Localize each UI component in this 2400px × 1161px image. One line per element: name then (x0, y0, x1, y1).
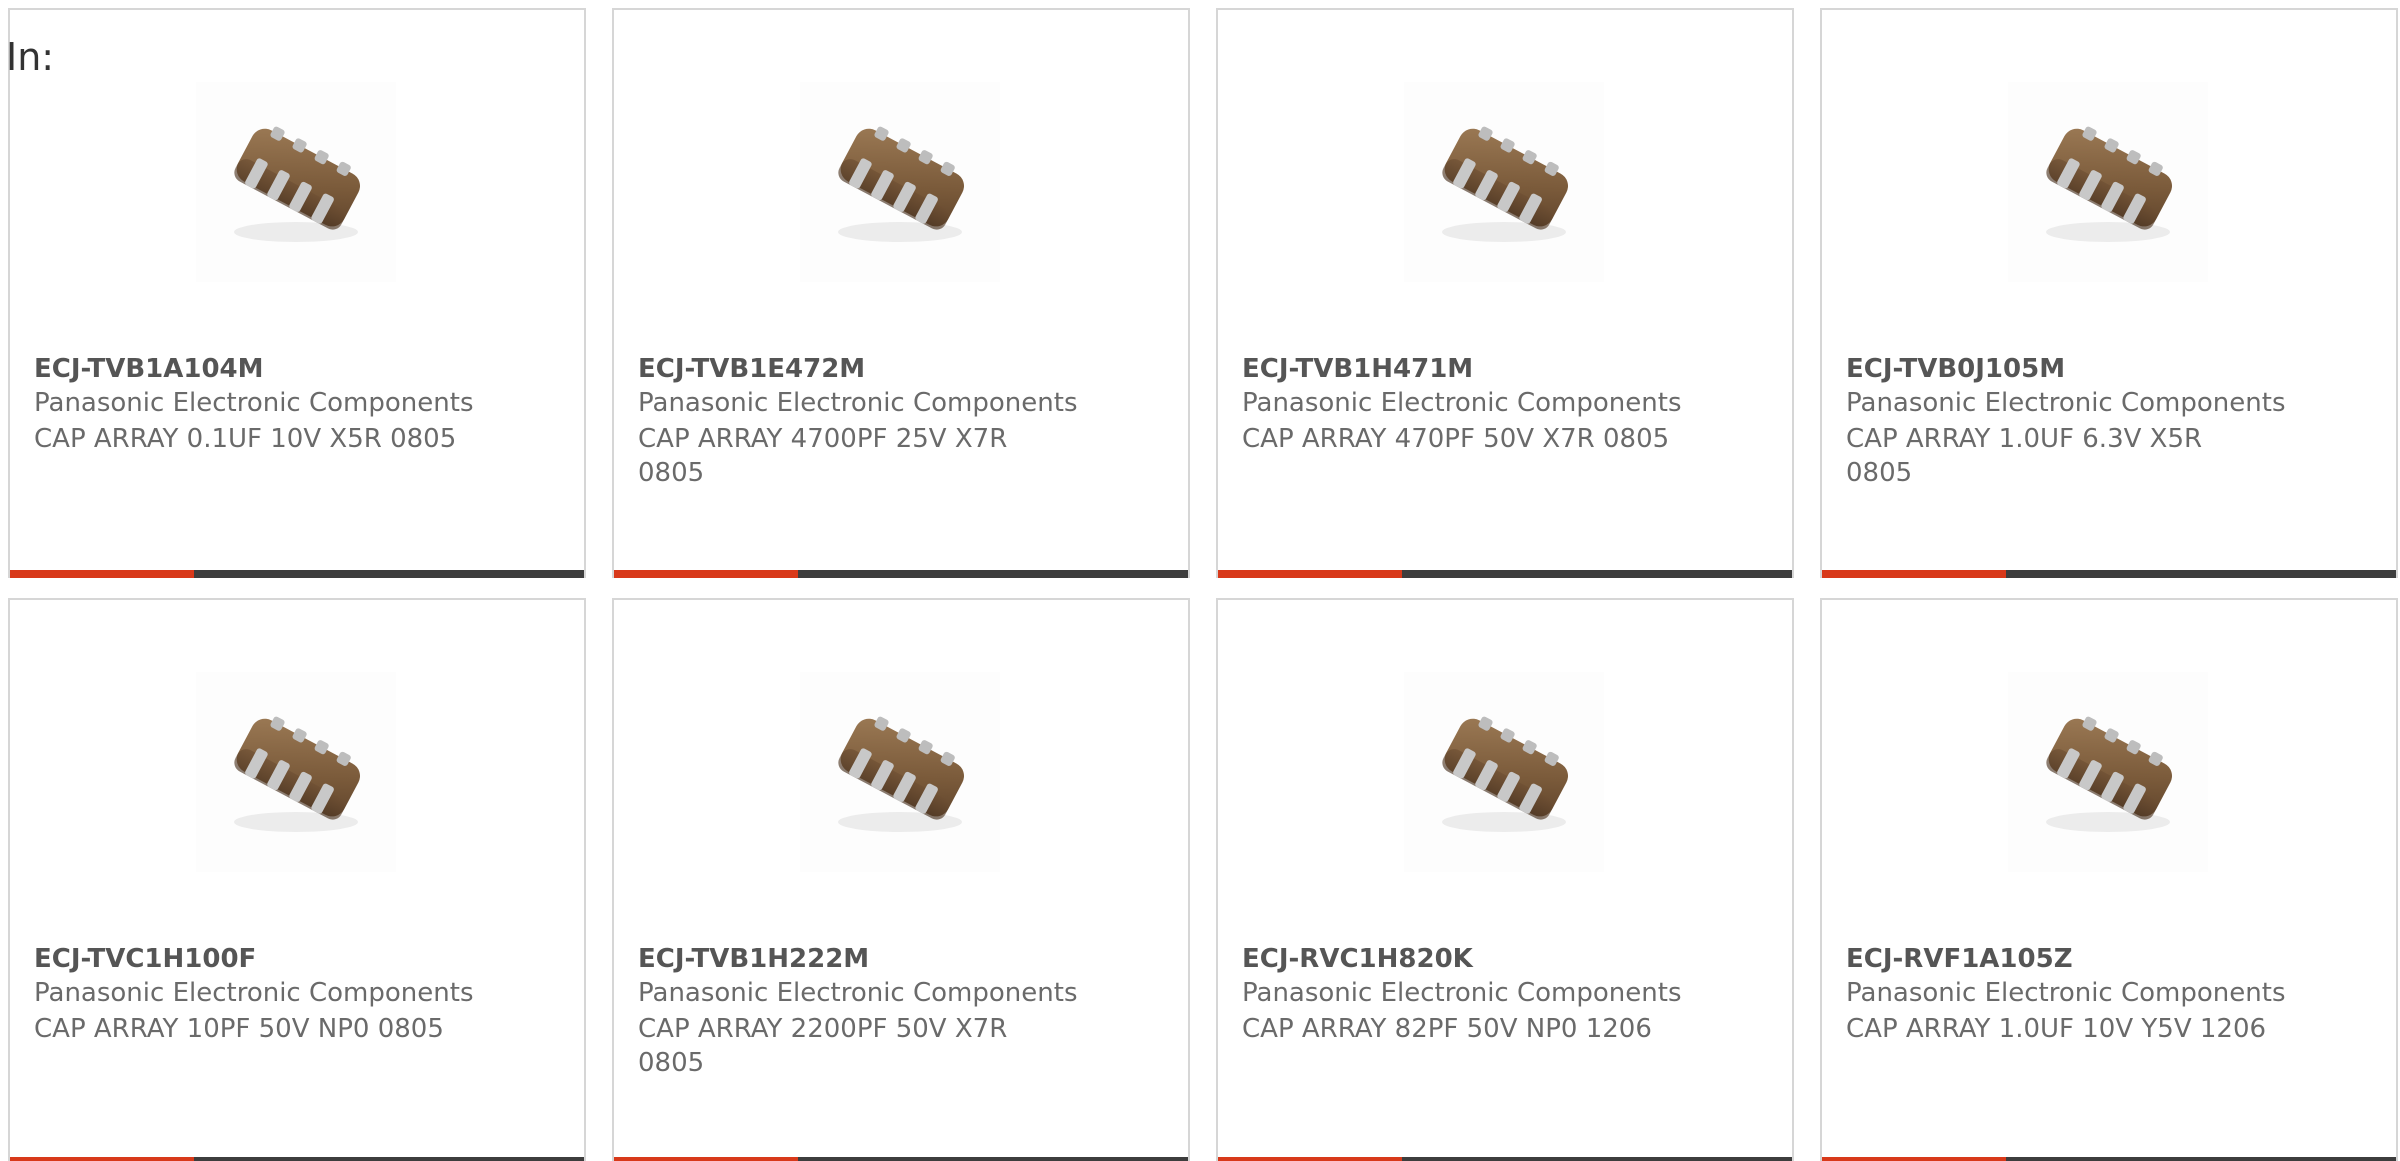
card-progress-bar (614, 1157, 1188, 1161)
capacitor-array-chip-icon (800, 672, 1000, 872)
product-description: CAP ARRAY 82PF 50V NP0 1206 (1242, 1014, 1652, 1044)
manufacturer-name: Panasonic Electronic Components (34, 388, 474, 418)
card-progress-fill (1218, 570, 1402, 578)
capacitor-array-chip-icon (1404, 82, 1604, 282)
product-grid: ECJ-TVB1A104M Panasonic Electronic Compo… (0, 0, 2400, 1161)
product-card[interactable]: ECJ-TVC1H100F Panasonic Electronic Compo… (8, 598, 586, 1161)
manufacturer-name: Panasonic Electronic Components (34, 978, 474, 1008)
manufacturer-name: Panasonic Electronic Components (638, 388, 1078, 418)
filter-label: In: (6, 35, 55, 79)
product-card[interactable]: ECJ-TVB1E472M Panasonic Electronic Compo… (612, 8, 1190, 578)
manufacturer-name: Panasonic Electronic Components (638, 978, 1078, 1008)
manufacturer-name: Panasonic Electronic Components (1242, 978, 1682, 1008)
card-progress-fill (1822, 1157, 2006, 1161)
part-number: ECJ-TVB1H471M (1242, 354, 1474, 384)
card-progress-bar (10, 570, 584, 578)
card-progress-fill (1218, 1157, 1402, 1161)
product-card[interactable]: ECJ-TVB1A104M Panasonic Electronic Compo… (8, 8, 586, 578)
part-number: ECJ-TVB1A104M (34, 354, 264, 384)
product-card[interactable]: ECJ-RVF1A105Z Panasonic Electronic Compo… (1820, 598, 2398, 1161)
part-number: ECJ-TVB1E472M (638, 354, 866, 384)
capacitor-array-chip-icon (196, 82, 396, 282)
capacitor-array-chip-icon (2008, 82, 2208, 282)
card-progress-fill (10, 570, 194, 578)
manufacturer-name: Panasonic Electronic Components (1846, 978, 2286, 1008)
card-progress-fill (10, 1157, 194, 1161)
manufacturer-name: Panasonic Electronic Components (1242, 388, 1682, 418)
card-progress-bar (1822, 570, 2396, 578)
part-number: ECJ-TVB0J105M (1846, 354, 2066, 384)
part-number: ECJ-TVC1H100F (34, 944, 257, 974)
card-progress-fill (1822, 570, 2006, 578)
product-description: CAP ARRAY 1.0UF 6.3V X5R 0805 (1846, 424, 2203, 488)
card-progress-fill (614, 570, 798, 578)
product-card[interactable]: ECJ-TVB0J105M Panasonic Electronic Compo… (1820, 8, 2398, 578)
manufacturer-name: Panasonic Electronic Components (1846, 388, 2286, 418)
card-progress-bar (1218, 570, 1792, 578)
product-description: CAP ARRAY 10PF 50V NP0 0805 (34, 1014, 444, 1044)
capacitor-array-chip-icon (196, 672, 396, 872)
capacitor-array-chip-icon (2008, 672, 2208, 872)
card-progress-bar (1218, 1157, 1792, 1161)
product-description: CAP ARRAY 1.0UF 10V Y5V 1206 (1846, 1014, 2267, 1044)
product-description: CAP ARRAY 2200PF 50V X7R 0805 (638, 1014, 1008, 1078)
card-progress-bar (614, 570, 1188, 578)
part-number: ECJ-TVB1H222M (638, 944, 870, 974)
capacitor-array-chip-icon (800, 82, 1000, 282)
capacitor-array-chip-icon (1404, 672, 1604, 872)
card-progress-bar (10, 1157, 584, 1161)
product-description: CAP ARRAY 0.1UF 10V X5R 0805 (34, 424, 457, 454)
product-card[interactable]: ECJ-TVB1H471M Panasonic Electronic Compo… (1216, 8, 1794, 578)
card-progress-bar (1822, 1157, 2396, 1161)
card-progress-fill (614, 1157, 798, 1161)
product-card[interactable]: ECJ-TVB1H222M Panasonic Electronic Compo… (612, 598, 1190, 1161)
product-card[interactable]: ECJ-RVC1H820K Panasonic Electronic Compo… (1216, 598, 1794, 1161)
product-description: CAP ARRAY 470PF 50V X7R 0805 (1242, 424, 1670, 454)
part-number: ECJ-RVC1H820K (1242, 944, 1473, 974)
product-grid-page: In: ECJ-TVB1A104M Panasonic Electronic C… (0, 0, 2400, 1161)
part-number: ECJ-RVF1A105Z (1846, 944, 2073, 974)
product-description: CAP ARRAY 4700PF 25V X7R 0805 (638, 424, 1008, 488)
